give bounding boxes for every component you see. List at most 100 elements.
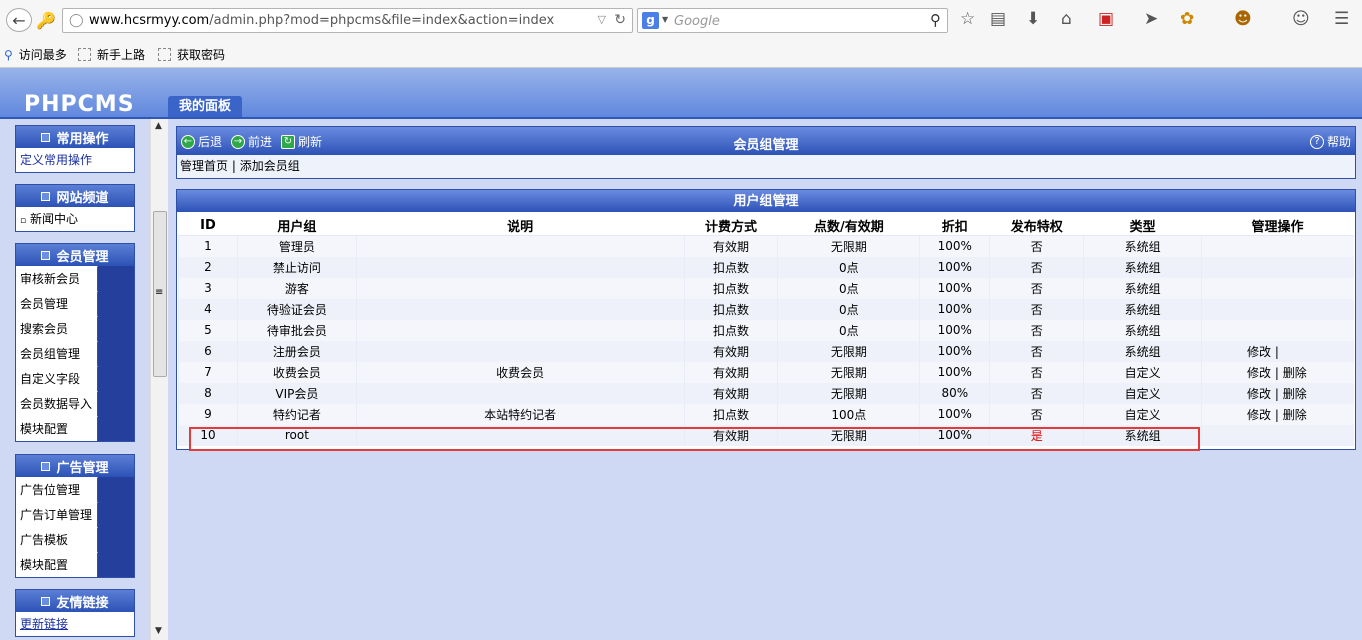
menu-header[interactable]: 友情链接 bbox=[16, 590, 134, 612]
cell-actions[interactable]: 修改 | 删除 bbox=[1201, 361, 1354, 383]
col-points: 点数/有效期 bbox=[777, 214, 921, 236]
sidebar-item-members[interactable]: 会员管理 bbox=[16, 291, 98, 316]
bookmark-label: 访问最多 bbox=[18, 48, 67, 62]
cell-billing: 有效期 bbox=[683, 340, 778, 362]
scroll-up-icon[interactable]: ▲ bbox=[155, 121, 162, 131]
cell-billing: 扣点数 bbox=[683, 256, 778, 278]
cell-type: 自定义 bbox=[1083, 382, 1202, 404]
sidebar-item-ad-templates[interactable]: 广告模板 bbox=[16, 527, 98, 552]
back-arrow-icon[interactable]: ← bbox=[6, 8, 32, 32]
cell-publish: 否 bbox=[989, 340, 1084, 362]
cell-actions bbox=[1201, 298, 1354, 320]
cell-discount: 100% bbox=[919, 340, 990, 362]
bookmark-get-password[interactable]: 获取密码 bbox=[158, 46, 225, 63]
table-row: 3 游客 扣点数 0点 100% 否系统组 bbox=[178, 277, 1354, 299]
dropdown-icon[interactable]: ▽ bbox=[598, 13, 606, 26]
cell-actions[interactable]: 修改 | 删除 bbox=[1201, 382, 1354, 404]
cell-group: 特约记者 bbox=[236, 403, 357, 425]
url-bar[interactable]: ◯ www.hcsrmyy.com/admin.php?mod=phpcms&f… bbox=[62, 8, 633, 33]
download-icon[interactable]: ⬇ bbox=[1026, 11, 1040, 28]
breadcrumb: 管理首页 | 添加会员组 bbox=[177, 155, 1355, 178]
reload-icon[interactable]: ↻ bbox=[614, 12, 626, 28]
cell-points: 0点 bbox=[777, 319, 920, 341]
table-row: 5 待审批会员 扣点数 0点 100% 否系统组 bbox=[178, 319, 1354, 341]
sidebar-item-search[interactable]: 搜索会员 bbox=[16, 316, 98, 341]
home-icon[interactable]: ⌂ bbox=[1061, 11, 1072, 28]
cell-discount: 100% bbox=[919, 256, 990, 278]
sidebar-item-ad-orders[interactable]: 广告订单管理 bbox=[16, 502, 98, 527]
sidebar-item-fields[interactable]: 自定义字段 bbox=[16, 366, 98, 391]
sidebar-item-define-ops[interactable]: 定义常用操作 bbox=[16, 148, 134, 172]
cell-publish: 否 bbox=[989, 235, 1084, 257]
cell-discount: 100% bbox=[919, 403, 990, 425]
cell-actions[interactable]: 修改 | 删除 bbox=[1201, 403, 1354, 425]
menu-body: 审核新会员 会员管理 搜索会员 会员组管理 自定义字段 会员数据导入 模块配置 bbox=[16, 266, 134, 441]
sidebar-item-ad-slots[interactable]: 广告位管理 bbox=[16, 477, 98, 502]
col-billing: 计费方式 bbox=[683, 214, 779, 236]
addon-icon[interactable]: ✿ bbox=[1180, 11, 1194, 28]
cell-desc bbox=[355, 235, 685, 257]
cell-desc: 本站特约记者 bbox=[355, 403, 685, 425]
table-row: 7 收费会员 收费会员 有效期 无限期 100% 否自定义 修改 | 删除 bbox=[178, 361, 1354, 383]
link-separator: | bbox=[231, 159, 236, 173]
menu-title: 友情链接 bbox=[56, 595, 109, 611]
monkey-icon[interactable]: ☻ bbox=[1234, 11, 1252, 28]
cell-publish: 否 bbox=[989, 319, 1084, 341]
star-icon[interactable]: ☆ bbox=[960, 11, 975, 28]
col-group: 用户组 bbox=[236, 214, 357, 236]
sidebar-item-update-links[interactable]: 更新链接 bbox=[16, 612, 134, 636]
search-box[interactable]: g ▼ Google ⚲ bbox=[637, 8, 948, 33]
cell-id: 1 bbox=[178, 235, 238, 257]
bookmark-most-visited[interactable]: ⚲ 访问最多 bbox=[4, 46, 67, 63]
help-label: 帮助 bbox=[1326, 135, 1351, 149]
scroll-down-icon[interactable]: ▼ bbox=[155, 626, 162, 636]
key-icon[interactable]: 🔑 bbox=[36, 10, 56, 30]
sidebar-item-review[interactable]: 审核新会员 bbox=[16, 266, 98, 291]
engine-dropdown-icon[interactable]: ▼ bbox=[662, 15, 668, 24]
group-table: ID 用户组 说明 计费方式 点数/有效期 折扣 发布特权 类型 管理操作 1管… bbox=[178, 214, 1354, 446]
chat-icon[interactable]: ☺ bbox=[1292, 11, 1310, 28]
cell-points: 无限期 bbox=[777, 340, 920, 362]
table-row: 4 待验证会员 扣点数 0点 100% 否系统组 bbox=[178, 298, 1354, 320]
bookmark-label: 获取密码 bbox=[177, 48, 226, 62]
cell-actions[interactable]: 修改 | bbox=[1201, 340, 1354, 362]
sidebar-item-import[interactable]: 会员数据导入 bbox=[16, 391, 98, 416]
sidebar-item-groups[interactable]: 会员组管理 bbox=[16, 341, 98, 366]
globe-icon: ◯ bbox=[69, 13, 84, 28]
cell-discount: 100% bbox=[919, 277, 990, 299]
menu-ads: 广告管理 广告位管理 广告订单管理 广告模板 模块配置 bbox=[15, 454, 135, 578]
cell-group: 管理员 bbox=[236, 235, 357, 257]
cell-actions bbox=[1201, 319, 1354, 341]
cell-desc bbox=[355, 340, 685, 362]
google-icon[interactable]: g bbox=[642, 12, 659, 29]
link-add-group[interactable]: 添加会员组 bbox=[240, 159, 300, 173]
cell-type: 系统组 bbox=[1083, 256, 1202, 278]
help-icon: ? bbox=[1309, 134, 1324, 149]
cell-group: 待审批会员 bbox=[236, 319, 357, 341]
menu-header[interactable]: 会员管理 bbox=[16, 244, 134, 266]
bookmarks-bar: ⚲ 访问最多 新手上路 获取密码 bbox=[0, 40, 1362, 68]
cell-discount: 100% bbox=[919, 319, 990, 341]
link-admin-home[interactable]: 管理首页 bbox=[180, 159, 228, 173]
tab-my-panel[interactable]: 我的面板 bbox=[168, 96, 242, 118]
menu-header[interactable]: 网站频道 bbox=[16, 185, 134, 207]
flash-icon[interactable]: ▣ bbox=[1098, 11, 1114, 28]
menu-title: 常用操作 bbox=[56, 131, 109, 147]
menu-header[interactable]: 广告管理 bbox=[16, 455, 134, 477]
menu-header[interactable]: 常用操作 bbox=[16, 126, 134, 148]
help-button[interactable]: ? 帮助 bbox=[1309, 133, 1351, 150]
sidebar-item-news[interactable]: ▫ 新闻中心 bbox=[16, 207, 134, 231]
bookmark-getting-started[interactable]: 新手上路 bbox=[78, 46, 145, 63]
sidebar-scrollbar[interactable]: ▲ ≡ ▼ bbox=[150, 119, 168, 640]
menu-links: 友情链接 更新链接 bbox=[15, 589, 135, 637]
sidebar-item-ad-config[interactable]: 模块配置 bbox=[16, 552, 98, 577]
search-icon[interactable]: ⚲ bbox=[930, 11, 941, 29]
menu-body: 广告位管理 广告订单管理 广告模板 模块配置 bbox=[16, 477, 134, 577]
cell-actions bbox=[1201, 256, 1354, 278]
cell-group: 收费会员 bbox=[236, 361, 357, 383]
send-icon[interactable]: ➤ bbox=[1144, 11, 1158, 28]
search-input[interactable]: Google bbox=[674, 14, 720, 29]
menu-icon[interactable]: ☰ bbox=[1334, 11, 1349, 28]
sidebar-item-config[interactable]: 模块配置 bbox=[16, 416, 98, 441]
reader-icon[interactable]: ▤ bbox=[990, 11, 1006, 28]
